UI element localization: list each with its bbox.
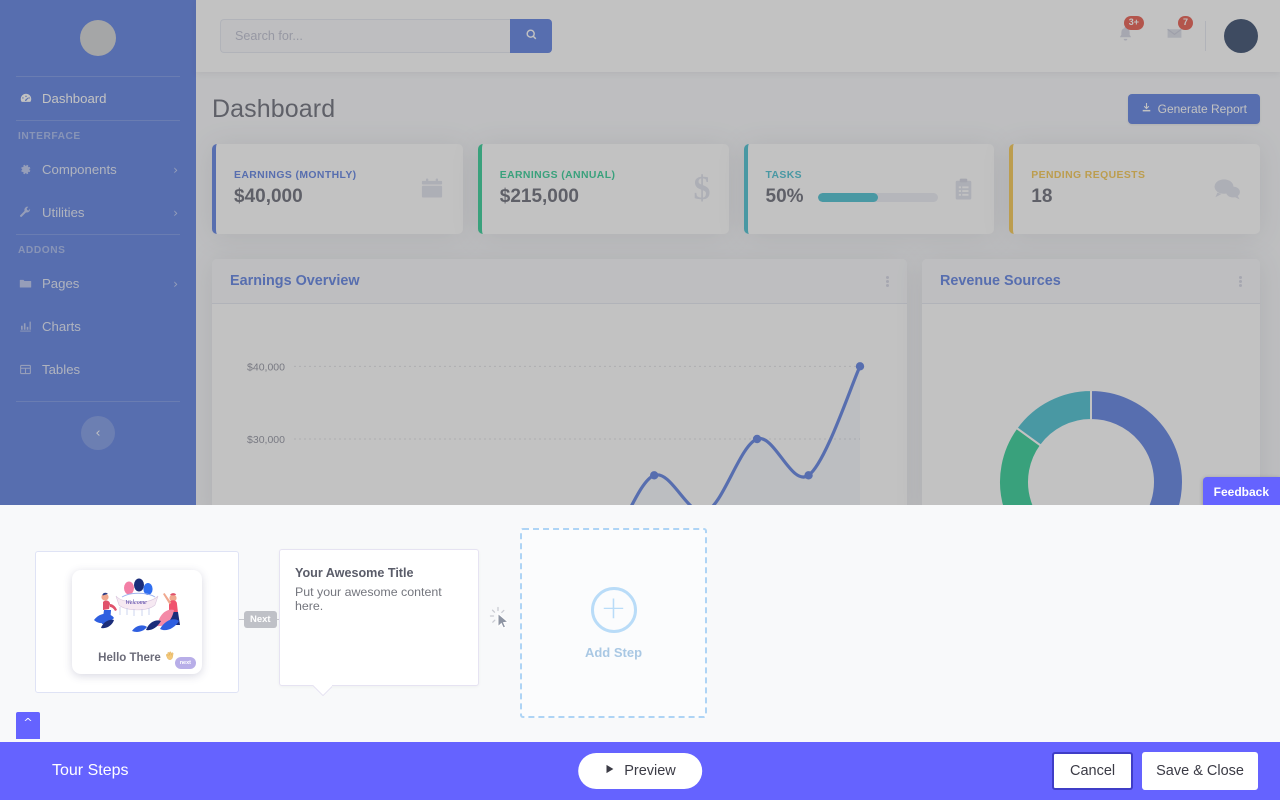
next-pill-badge: next — [174, 657, 196, 669]
save-and-close-button[interactable]: Save & Close — [1142, 752, 1258, 790]
next-badge: Next — [244, 611, 277, 628]
screen-root: Dashboard INTERFACE Components › Utiliti… — [0, 0, 1280, 800]
click-cursor-icon — [487, 604, 515, 632]
tour-bar-actions: Cancel Save & Close — [1052, 752, 1258, 790]
add-step-label: Add Step — [584, 644, 643, 660]
tooltip-body: Put your awesome content here. — [295, 585, 442, 613]
svg-text:Welcome: Welcome — [125, 600, 147, 606]
tour-canvas: Welcome Hello There next Your Awesome Ti… — [0, 505, 1280, 742]
add-step-button[interactable]: + Add Step — [520, 528, 707, 718]
tour-tooltip-card[interactable]: Your Awesome Title Put your awesome cont… — [279, 549, 479, 686]
panel-collapse-toggle[interactable]: ^ — [16, 712, 40, 739]
plus-circle-icon: + — [590, 586, 637, 633]
preview-label: Preview — [624, 763, 676, 779]
tour-builder-panel: Welcome Hello There next Your Awesome Ti… — [0, 505, 1280, 800]
feedback-tab[interactable]: Feedback — [1202, 477, 1280, 508]
cancel-button[interactable]: Cancel — [1052, 752, 1134, 790]
welcome-card-label: Hello There — [98, 651, 161, 664]
play-icon — [604, 763, 615, 779]
tour-action-bar: Tour Steps Preview Cancel Save & Close — [0, 742, 1280, 800]
tour-bar-title: Tour Steps — [52, 762, 129, 779]
chevron-up-icon: ^ — [23, 716, 33, 729]
welcome-card-text: Hello There — [98, 650, 176, 665]
welcome-preview-card: Welcome Hello There next — [72, 570, 202, 674]
preview-button[interactable]: Preview — [578, 753, 702, 789]
tooltip-arrow — [312, 685, 332, 696]
modal-dim-overlay — [0, 0, 1280, 505]
tooltip-title: Your Awesome Title — [295, 566, 414, 580]
tour-step-thumbnail[interactable]: Welcome Hello There next — [35, 551, 239, 693]
welcome-illustration: Welcome — [94, 578, 180, 632]
